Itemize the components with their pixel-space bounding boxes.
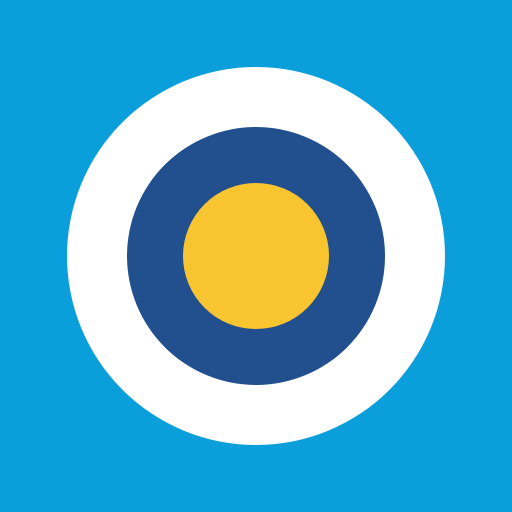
roundel-target-icon bbox=[0, 0, 512, 512]
center-yellow-dot bbox=[183, 183, 329, 329]
